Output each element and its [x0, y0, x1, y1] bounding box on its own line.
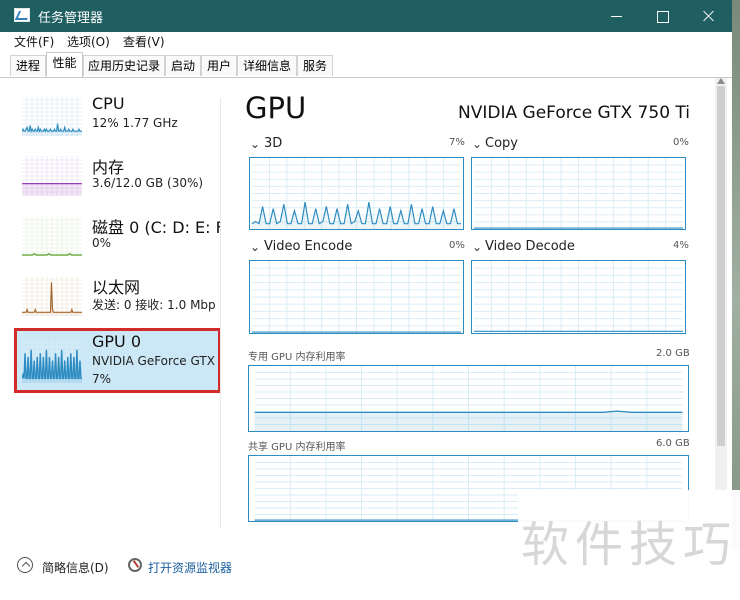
chevron-down-icon[interactable]: ⌄ [472, 137, 482, 151]
window-title: 任务管理器 [38, 11, 104, 26]
tab-processes[interactable]: 进程 [10, 55, 46, 76]
area-fill [22, 183, 82, 196]
chevron-down-icon[interactable]: ⌄ [250, 240, 260, 254]
ethernet-mini-chart [22, 276, 82, 316]
tab-startup[interactable]: 启动 [165, 55, 201, 76]
sidebar-item-label: CPU [92, 94, 125, 113]
engine-label-copy: Copy [485, 136, 518, 151]
sidebar-item-percent: 7% [92, 372, 112, 386]
resource-monitor-icon [128, 558, 142, 572]
close-button[interactable] [686, 0, 732, 32]
open-resource-monitor-link[interactable]: 打开资源监视器 [148, 559, 232, 576]
collapse-icon[interactable] [17, 557, 33, 573]
dedicated-memory-label: 专用 GPU 内存利用率 [248, 352, 346, 363]
maximize-button[interactable] [640, 0, 686, 32]
sidebar-item-disk[interactable]: 磁盘 0 (C: D: E: F: 0% [16, 216, 229, 273]
engine-chart-video-decode [471, 260, 686, 334]
disk-mini-chart [22, 216, 82, 256]
gpu-model-name: NVIDIA GeForce GTX 750 Ti [458, 103, 690, 123]
shared-memory-max: 6.0 GB [656, 438, 690, 449]
page-title: GPU [245, 91, 307, 125]
gpu-mini-chart [22, 338, 82, 383]
sidebar-item-detail: 发送: 0 接收: 1.0 Mbp [92, 298, 216, 312]
fewer-details-link[interactable]: 简略信息(D) [42, 559, 109, 576]
sidebar-item-memory[interactable]: 内存 3.6/12.0 GB (30%) [16, 156, 220, 213]
shared-memory-label: 共享 GPU 内存利用率 [248, 442, 346, 453]
dedicated-memory-max: 2.0 GB [656, 348, 690, 359]
sidebar-item-label: GPU 0 [92, 332, 142, 351]
resource-sidebar: CPU 12% 1.77 GHz 内存 3.6/12.0 GB (30%) 磁盘… [0, 78, 229, 550]
engine-label-video-decode: Video Decode [485, 239, 575, 254]
tab-performance[interactable]: 性能 [46, 52, 83, 77]
sidebar-item-detail: 12% 1.77 GHz [92, 116, 178, 130]
minimize-button[interactable] [594, 0, 640, 32]
sidebar-item-label: 磁盘 0 (C: D: E: F: [92, 218, 229, 237]
sidebar-item-cpu[interactable]: CPU 12% 1.77 GHz [16, 94, 220, 153]
engine-chart-copy [471, 157, 686, 230]
chevron-down-icon[interactable]: ⌄ [250, 137, 260, 151]
title-bar[interactable]: 任务管理器 [0, 0, 732, 32]
sidebar-item-detail: NVIDIA GeForce GTX [92, 354, 215, 368]
sidebar-item-detail: 0% [92, 236, 112, 250]
tab-app-history[interactable]: 应用历史记录 [83, 55, 165, 76]
engine-chart-3d [249, 157, 464, 230]
menu-view[interactable]: 查看(V) [123, 34, 165, 50]
cpu-mini-chart [22, 96, 82, 136]
task-manager-icon [14, 8, 30, 22]
engine-percent-video-encode: 0% [449, 240, 465, 251]
menu-file[interactable]: 文件(F) [14, 34, 54, 50]
tab-details[interactable]: 详细信息 [237, 55, 297, 76]
menu-options[interactable]: 选项(O) [67, 34, 110, 50]
gpu-detail-panel: GPU NVIDIA GeForce GTX 750 Ti ⌄ 3D 7% ⌄ … [221, 78, 721, 550]
engine-percent-copy: 0% [673, 137, 689, 148]
sidebar-item-label: 以太网 [92, 278, 141, 297]
dedicated-memory-chart [248, 365, 689, 432]
sidebar-item-detail: 3.6/12.0 GB (30%) [92, 176, 204, 190]
tab-users[interactable]: 用户 [201, 55, 237, 76]
engine-chart-video-encode [249, 260, 464, 334]
vertical-scrollbar[interactable] [715, 78, 727, 550]
watermark: 软件技巧 [518, 490, 740, 600]
tab-strip: 进程 性能 应用历史记录 启动 用户 详细信息 服务 [0, 52, 732, 78]
engine-label-3d: 3D [264, 136, 283, 151]
tab-services[interactable]: 服务 [297, 55, 333, 76]
area-fill [254, 411, 683, 431]
chevron-down-icon[interactable]: ⌄ [472, 240, 482, 254]
sidebar-item-label: 内存 [92, 158, 125, 177]
engine-label-video-encode: Video Encode [264, 239, 353, 254]
sidebar-item-gpu[interactable]: GPU 0 NVIDIA GeForce GTX 7% [14, 328, 221, 393]
scroll-up-icon[interactable] [717, 78, 725, 84]
scroll-thumb[interactable] [717, 86, 725, 446]
menu-bar: 文件(F) 选项(O) 查看(V) [0, 32, 732, 52]
engine-percent-3d: 7% [449, 137, 465, 148]
memory-mini-chart [22, 156, 82, 196]
sidebar-item-ethernet[interactable]: 以太网 发送: 0 接收: 1.0 Mbp [16, 276, 220, 333]
engine-percent-video-decode: 4% [673, 240, 689, 251]
